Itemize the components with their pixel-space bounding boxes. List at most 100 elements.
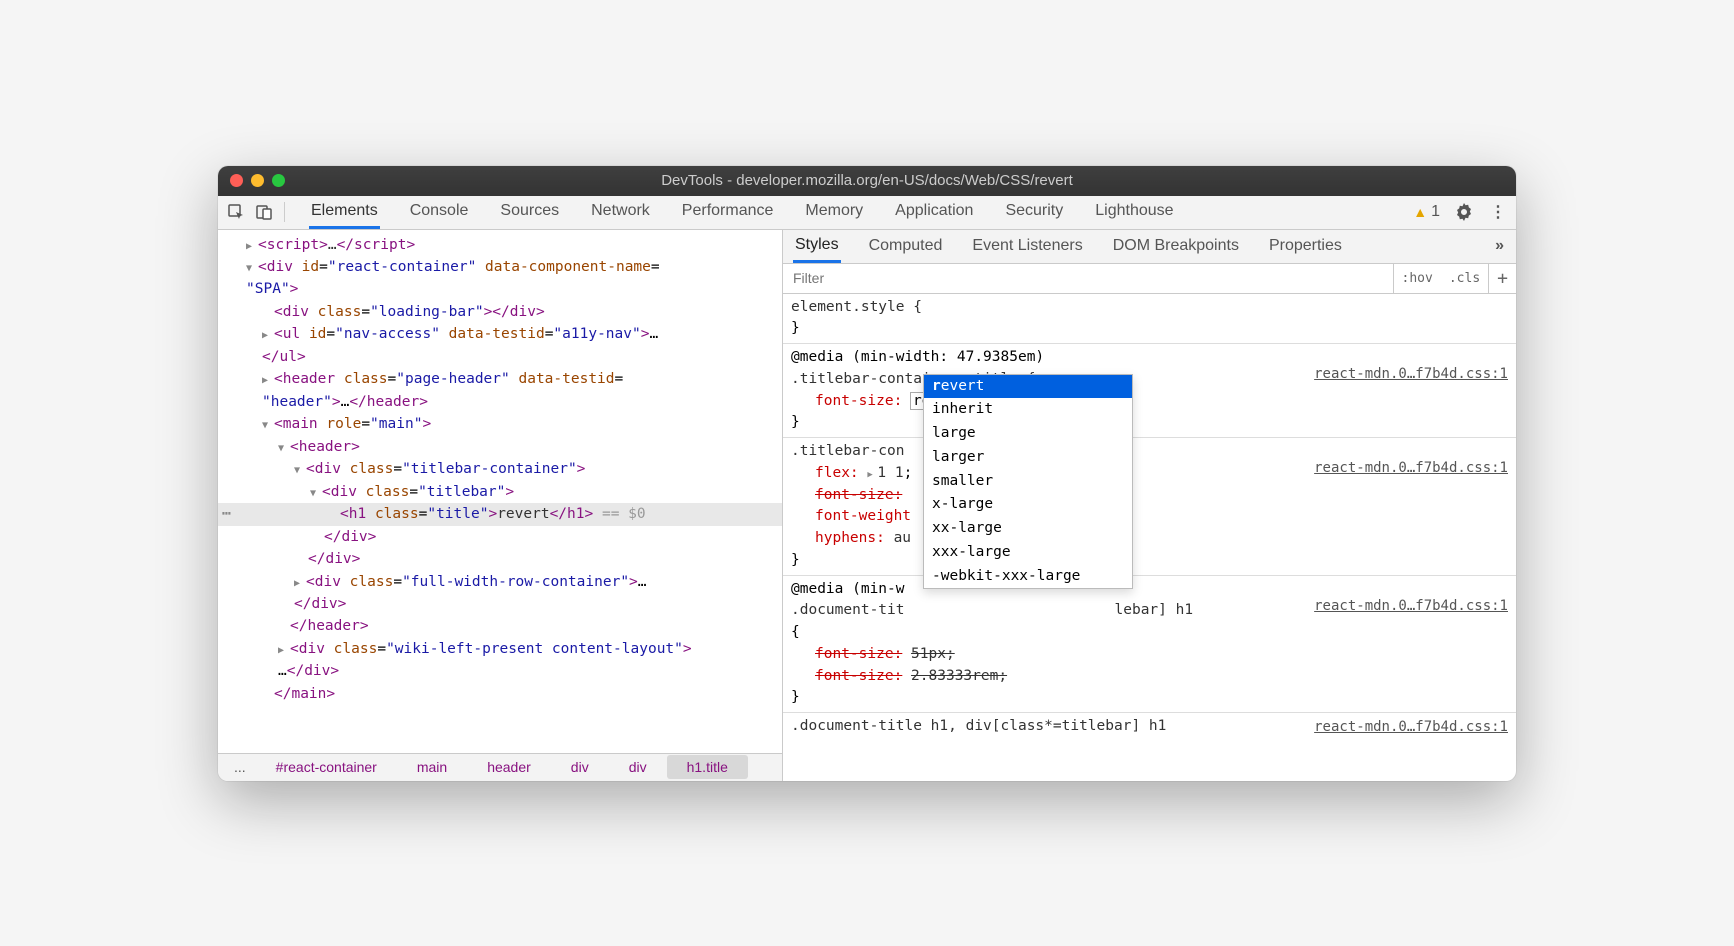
warning-icon: ▲ [1413,204,1427,220]
autocomplete-item[interactable]: xxx-large [924,541,1132,565]
window-titlebar: DevTools - developer.mozilla.org/en-US/d… [218,166,1516,196]
dom-node[interactable]: ▼<div class="titlebar-container"> [218,458,782,480]
devtools-window: DevTools - developer.mozilla.org/en-US/d… [218,166,1516,781]
tab-sources[interactable]: Sources [498,196,561,229]
rule-titlebar-container[interactable]: react-mdn.0…f7b4d.css:1 .titlebar-con fl… [783,438,1516,576]
breadcrumbs: ... #react-container main header div div… [218,753,782,781]
maximize-window-button[interactable] [272,174,285,187]
dom-node-cont[interactable]: …</div> [218,660,782,682]
dom-node-close[interactable]: </div> [218,548,782,570]
dom-node-close[interactable]: </header> [218,615,782,637]
crumb[interactable]: header [467,755,551,779]
css-property-overridden[interactable]: font-size: 51px; [791,644,1508,666]
window-title: DevTools - developer.mozilla.org/en-US/d… [661,172,1073,189]
tab-network[interactable]: Network [589,196,652,229]
tab-lighthouse[interactable]: Lighthouse [1093,196,1175,229]
content-split: ▶<script>…</script> ▼<div id="react-cont… [218,230,1516,781]
close-window-button[interactable] [230,174,243,187]
filter-input[interactable] [793,270,1393,286]
subtab-event-listeners[interactable]: Event Listeners [970,231,1084,261]
inspect-icon[interactable] [226,202,246,222]
tab-performance[interactable]: Performance [680,196,776,229]
more-icon[interactable]: ⋮ [1488,202,1508,222]
filter-row: :hov .cls + [783,264,1516,294]
hov-button[interactable]: :hov [1394,271,1441,286]
dom-node[interactable]: ▶<ul id="nav-access" data-testid="a11y-n… [218,323,782,345]
source-link[interactable]: react-mdn.0…f7b4d.css:1 [1314,596,1508,617]
source-link[interactable]: react-mdn.0…f7b4d.css:1 [1314,717,1508,738]
dom-node-cont[interactable]: "header">…</header> [218,391,782,413]
rule-element-style[interactable]: element.style { } [783,294,1516,345]
tab-application[interactable]: Application [893,196,975,229]
tab-memory[interactable]: Memory [803,196,865,229]
toolbar-divider [284,202,285,222]
warning-count: 1 [1431,203,1440,221]
crumb[interactable]: div [609,755,667,779]
source-link[interactable]: react-mdn.0…f7b4d.css:1 [1314,458,1508,479]
dom-node-close[interactable]: </div> [218,526,782,548]
more-subtabs-icon[interactable]: » [1493,231,1506,261]
crumb-more[interactable]: ... [224,755,256,779]
dom-node[interactable]: ▼<main role="main"> [218,413,782,435]
cls-button[interactable]: .cls [1441,271,1488,286]
traffic-lights [230,174,285,187]
dom-node-close[interactable]: </main> [218,683,782,705]
rule-document-title[interactable]: react-mdn.0…f7b4d.css:1 .document-title … [783,713,1516,741]
autocomplete-item[interactable]: inherit [924,398,1132,422]
css-property[interactable]: font-size: revert; [791,391,1508,413]
autocomplete-item[interactable]: -webkit-xxx-large [924,565,1132,589]
sub-tabs: Styles Computed Event Listeners DOM Brea… [783,230,1516,264]
subtab-computed[interactable]: Computed [867,231,945,261]
warning-badge[interactable]: ▲ 1 [1413,203,1440,221]
dom-node[interactable]: ▶<div class="wiki-left-present content-l… [218,638,782,660]
dom-node[interactable]: ▶<div class="full-width-row-container">… [218,571,782,593]
selector-text: element.style { [791,297,1508,319]
source-link[interactable]: react-mdn.0…f7b4d.css:1 [1314,364,1508,385]
dom-node-cont[interactable]: "SPA"> [218,278,782,300]
crumb[interactable]: #react-container [256,755,397,779]
subtab-properties[interactable]: Properties [1267,231,1344,261]
autocomplete-item[interactable]: revert [924,375,1132,399]
styles-panel: Styles Computed Event Listeners DOM Brea… [783,230,1516,781]
subtab-styles[interactable]: Styles [793,230,841,263]
dom-tree[interactable]: ▶<script>…</script> ▼<div id="react-cont… [218,230,782,753]
toolbar-right: ▲ 1 ⋮ [1413,202,1508,222]
device-toolbar-icon[interactable] [254,202,274,222]
dom-node[interactable]: ▶<script>…</script> [218,234,782,256]
autocomplete-item[interactable]: larger [924,446,1132,470]
subtab-dom-breakpoints[interactable]: DOM Breakpoints [1111,231,1241,261]
ac-rest: evert [941,378,985,394]
rule-titlebar-title[interactable]: react-mdn.0…f7b4d.css:1 @media (min-widt… [783,344,1516,438]
main-toolbar: Elements Console Sources Network Perform… [218,196,1516,230]
dom-node[interactable]: ▶<header class="page-header" data-testid… [218,368,782,390]
autocomplete-item[interactable]: x-large [924,493,1132,517]
new-rule-button[interactable]: + [1488,264,1516,293]
dom-node[interactable]: ▼<div id="react-container" data-componen… [218,256,782,278]
tab-console[interactable]: Console [408,196,471,229]
autocomplete-item[interactable]: smaller [924,470,1132,494]
crumb-active[interactable]: h1.title [667,755,748,779]
dom-node[interactable]: <div class="loading-bar"></div> [218,301,782,323]
autocomplete-dropdown: revert inherit large larger smaller x-la… [923,374,1133,590]
css-property-overridden[interactable]: font-size: 2.83333rem; [791,666,1508,688]
css-property-overridden[interactable]: font-size: [791,485,1508,507]
autocomplete-item[interactable]: large [924,422,1132,446]
css-property[interactable]: hyphens: au [791,528,1508,550]
tab-security[interactable]: Security [1003,196,1065,229]
dom-node[interactable]: ▼<header> [218,436,782,458]
rule-document-title-media[interactable]: react-mdn.0…f7b4d.css:1 @media (min-w .d… [783,576,1516,714]
minimize-window-button[interactable] [251,174,264,187]
dom-node-close[interactable]: </div> [218,593,782,615]
css-property[interactable]: font-weight [791,506,1508,528]
autocomplete-item[interactable]: xx-large [924,517,1132,541]
crumb[interactable]: div [551,755,609,779]
main-tabs: Elements Console Sources Network Perform… [309,196,1176,229]
crumb[interactable]: main [397,755,467,779]
settings-icon[interactable] [1454,202,1474,222]
dom-panel: ▶<script>…</script> ▼<div id="react-cont… [218,230,783,781]
dom-node-selected[interactable]: <h1 class="title">revert</h1> == $0 [218,503,782,525]
filter-actions: :hov .cls + [1393,264,1516,293]
dom-node[interactable]: ▼<div class="titlebar"> [218,481,782,503]
tab-elements[interactable]: Elements [309,196,380,229]
dom-node-close[interactable]: </ul> [218,346,782,368]
